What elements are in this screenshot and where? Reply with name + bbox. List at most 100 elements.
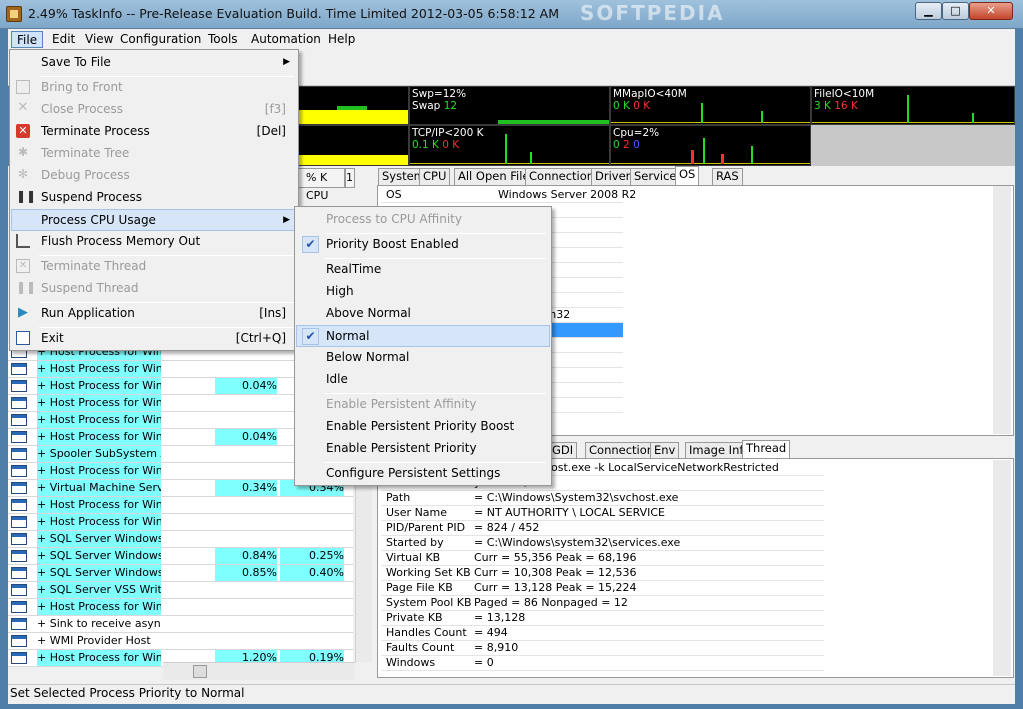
menu-item-suspend-process[interactable]: ❚❚ Suspend Process — [12, 187, 296, 209]
run-icon: ▶ — [18, 305, 28, 320]
table-row[interactable]: + Host Process for Windo — [8, 497, 353, 514]
process-icon — [11, 618, 27, 630]
flush-memory-label: Flush Process Memory Out — [41, 234, 201, 248]
table-row[interactable]: + WMI Provider Host — [8, 633, 353, 650]
tab-env[interactable]: Env — [650, 442, 680, 459]
graph-swap-label: Swap — [412, 100, 441, 112]
table-row[interactable]: + SQL Server VSS Writer — [8, 582, 353, 599]
menu-item-process-cpu-usage[interactable]: Process CPU Usage ▶ — [11, 209, 297, 231]
submenu-item-configure-persistent-settings[interactable]: Configure Persistent Settings — [297, 463, 549, 485]
detail-row[interactable]: Virtual KB Curr = 55,356 Peak = 68,196 — [381, 551, 824, 566]
table-row[interactable]: + SQL Server Windows N — [8, 531, 353, 548]
submenu-item-idle[interactable]: Idle — [297, 369, 549, 391]
submenu-item-enable-persistent-priority-boost[interactable]: Enable Persistent Priority Boost — [297, 416, 549, 438]
graph-cpu-v3: 0 — [633, 139, 640, 151]
detail-row[interactable]: System Pool KB Paged = 86 Nonpaged = 12 — [381, 596, 824, 611]
table-row[interactable]: + SQL Server Windows N 0.84%0.25% — [8, 548, 353, 565]
process-name: + Virtual Machine Service — [37, 480, 161, 496]
menu-item-bring-to-front[interactable]: Bring to Front — [12, 77, 296, 99]
table-row[interactable]: + Sink to receive asynchr — [8, 616, 353, 633]
os-pane-vscrollbar[interactable] — [993, 186, 1011, 434]
menu-tools[interactable]: Tools — [203, 31, 243, 48]
menu-item-suspend-thread[interactable]: ❚❚ Suspend Thread — [12, 278, 296, 300]
process-cpu-graph — [164, 361, 213, 377]
menu-item-debug-process[interactable]: ✻ Debug Process — [12, 165, 296, 187]
process-icon — [11, 363, 27, 375]
submenu-item-high[interactable]: High — [297, 281, 549, 303]
detail-value: = 8,910 — [474, 641, 519, 654]
detail-row[interactable]: Path = C:\Windows\System32\svchost.exe — [381, 491, 824, 506]
menu-configuration[interactable]: Configuration — [115, 31, 206, 48]
process-grid-hscrollbar[interactable] — [163, 662, 355, 680]
tab-os[interactable]: OS — [675, 166, 700, 185]
maximize-button[interactable]: □ — [942, 2, 969, 20]
minimize-button[interactable]: ▁ — [915, 2, 942, 20]
tab-cpu[interactable]: CPU — [419, 168, 451, 185]
table-row[interactable]: + SQL Server Windows N 0.85%0.40% — [8, 565, 353, 582]
tab-ras[interactable]: RAS — [712, 168, 743, 185]
process-cpu-graph — [164, 616, 213, 632]
detail-value: Curr = 13,128 Peak = 15,224 — [474, 581, 637, 594]
window-title: 2.49% TaskInfo -- Pre-Release Evaluation… — [28, 6, 559, 21]
column-header-k-cpu[interactable]: % K CPU — [297, 168, 345, 202]
process-icon — [11, 635, 27, 647]
hscroll-thumb[interactable] — [193, 665, 207, 678]
terminate-icon: ✕ — [16, 124, 30, 138]
submenu-item-above-normal[interactable]: Above Normal — [297, 303, 549, 325]
submenu-item-realtime[interactable]: RealTime — [297, 259, 549, 281]
graph-cpu-left — [296, 125, 409, 166]
submenu-item-normal[interactable]: ✔ Normal — [296, 325, 550, 347]
submenu-item-enable-persistent-affinity[interactable]: Enable Persistent Affinity — [297, 394, 549, 416]
detail-row[interactable]: Faults Count = 8,910 — [381, 641, 824, 656]
process-icon — [11, 601, 27, 613]
process-name: + WMI Provider Host — [37, 634, 151, 647]
detail-row[interactable]: Windows = 0 — [381, 656, 824, 671]
process-cpu-graph — [164, 497, 213, 513]
process-cpu-cell: 0.85% — [215, 565, 277, 581]
menu-file[interactable]: File — [11, 31, 44, 48]
process-kcpu-cell: 0.40% — [280, 565, 344, 581]
terminate-process-label: Terminate Process — [41, 124, 150, 138]
process-kcpu-cell: 0.25% — [280, 548, 344, 564]
detail-row[interactable]: PID/Parent PID = 824 / 452 — [381, 521, 824, 536]
detail-row[interactable]: Started by = C:\Windows\system32\services… — [381, 536, 824, 551]
close-button[interactable]: ✕ — [969, 2, 1013, 20]
detail-row[interactable]: Working Set KB Curr = 10,308 Peak = 12,53… — [381, 566, 824, 581]
menu-help[interactable]: Help — [323, 31, 360, 48]
menu-item-terminate-tree[interactable]: ✱ Terminate Tree — [12, 143, 296, 165]
menu-item-flush-process-memory-out[interactable]: Flush Process Memory Out — [12, 231, 296, 253]
tab-thread[interactable]: Thread — [742, 440, 791, 459]
detail-row[interactable]: Handles Count = 494 — [381, 626, 824, 641]
app-icon[interactable] — [6, 6, 22, 22]
detail-row[interactable]: Page File KB Curr = 13,128 Peak = 15,224 — [381, 581, 824, 596]
tab-gdi[interactable]: GDI — [548, 442, 578, 459]
graph-cpu: Cpu=2% 0 2 0 — [610, 125, 811, 166]
graph-empty — [811, 125, 1015, 166]
submenu-item-process-to-cpu-affinity[interactable]: Process to CPU Affinity — [297, 209, 549, 231]
column-header-1[interactable]: 1 — [345, 168, 355, 188]
menu-item-terminate-process[interactable]: ✕ Terminate Process [Del] — [12, 121, 296, 143]
submenu-item-priority-boost-enabled[interactable]: ✔ Priority Boost Enabled — [297, 234, 549, 256]
submenu-item-enable-persistent-priority[interactable]: Enable Persistent Priority — [297, 438, 549, 460]
menu-item-exit[interactable]: Exit [Ctrl+Q] — [12, 328, 296, 350]
detail-row[interactable]: Private KB = 13,128 — [381, 611, 824, 626]
graph-mmapio-write: 0 K — [633, 100, 651, 112]
os-info-row[interactable]: OS Windows Server 2008 R2 — [381, 188, 636, 203]
menu-view[interactable]: View — [80, 31, 118, 48]
detail-pane-vscrollbar[interactable] — [993, 460, 1011, 676]
table-row[interactable]: + Host Process for Windo — [8, 599, 353, 616]
submenu-item-below-normal[interactable]: Below Normal — [297, 347, 549, 369]
menu-edit[interactable]: Edit — [47, 31, 80, 48]
menu-item-close-process[interactable]: ✕ Close Process [f3] — [12, 99, 296, 121]
file-menu: Save To File ▶ Bring to Front ✕ Close Proc… — [9, 49, 299, 351]
table-row[interactable]: + Host Process for Windo — [8, 514, 353, 531]
process-cpu-graph — [164, 633, 213, 649]
menu-item-terminate-thread[interactable]: ✕ Terminate Thread — [12, 256, 296, 278]
menu-automation[interactable]: Automation — [246, 31, 326, 48]
process-name: + Host Process for Windo — [37, 650, 161, 666]
detail-row[interactable]: User Name = NT AUTHORITY \ LOCAL SERVICE — [381, 506, 824, 521]
menu-item-save-to-file[interactable]: Save To File ▶ — [12, 52, 296, 74]
process-icon — [11, 431, 27, 443]
os-info-key: OS — [386, 188, 402, 201]
menu-item-run-application[interactable]: ▶ Run Application [Ins] — [12, 303, 296, 325]
